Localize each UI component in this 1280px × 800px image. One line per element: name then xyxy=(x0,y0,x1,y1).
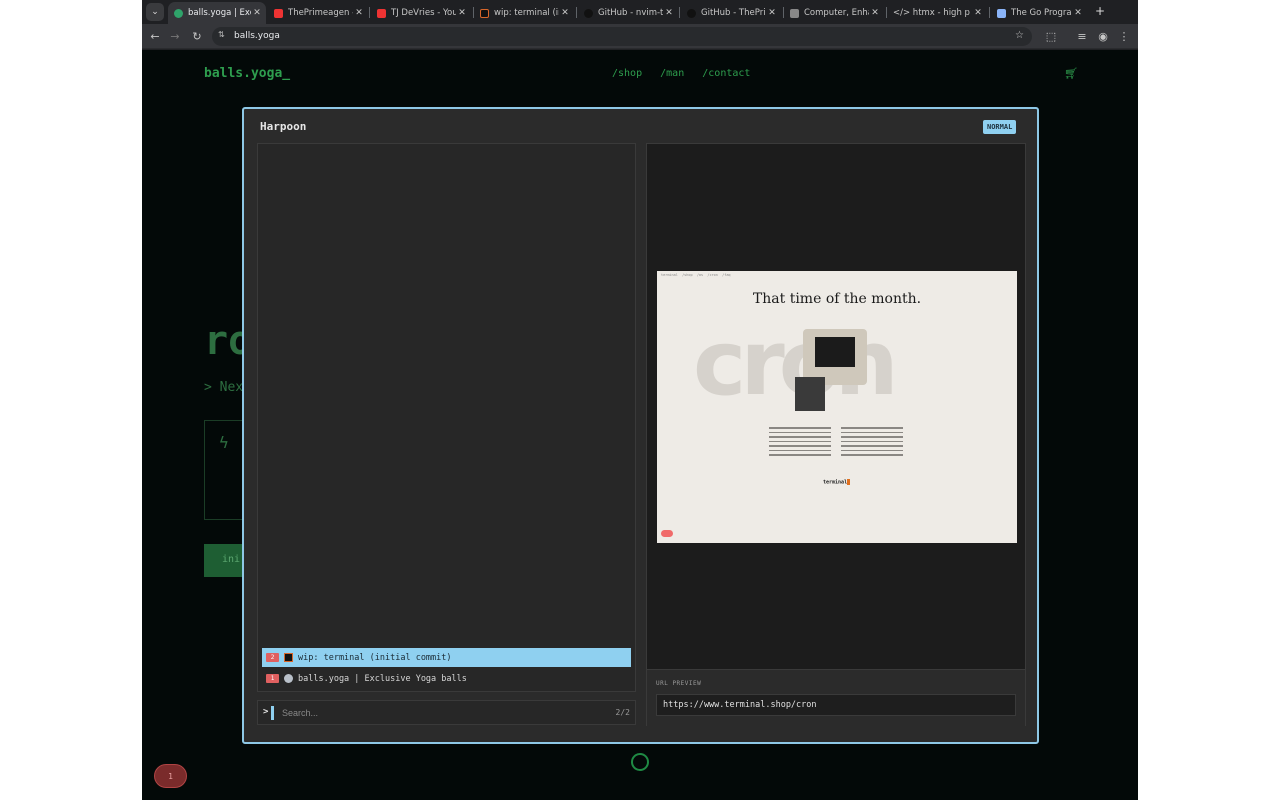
doc-icon xyxy=(997,8,1006,18)
close-icon[interactable]: ✕ xyxy=(456,8,468,18)
new-tab-icon[interactable]: + xyxy=(1092,3,1108,19)
reload-icon[interactable]: ↻ xyxy=(189,28,205,44)
match-count: 2/2 xyxy=(615,708,630,717)
extensions-icon[interactable]: ⬚ xyxy=(1043,28,1059,44)
back-icon[interactable]: ← xyxy=(147,28,163,44)
github-icon xyxy=(584,8,593,18)
close-icon[interactable]: ✕ xyxy=(663,8,675,18)
tab-go-programming[interactable]: The Go Programm ✕ xyxy=(991,2,1087,24)
tab-search-icon[interactable]: ⌄ xyxy=(146,3,164,21)
search-bar: > 2/2 xyxy=(257,700,636,725)
youtube-icon xyxy=(274,8,283,18)
harpoon-list: 2 wip: terminal (initial commit) 1 balls… xyxy=(257,143,636,692)
index-badge: 2 xyxy=(266,653,279,662)
count-badge[interactable]: 1 xyxy=(154,764,187,788)
url-preview-section: URL PREVIEW https://www.terminal.shop/cr… xyxy=(647,669,1025,726)
url-preview-value: https://www.terminal.shop/cron xyxy=(656,694,1016,716)
nav-contact[interactable]: /contact xyxy=(702,68,750,79)
close-icon[interactable]: ✕ xyxy=(869,8,881,18)
site-info-icon[interactable]: ⇅ xyxy=(218,30,225,39)
terminal-icon xyxy=(480,8,489,18)
preview-badge xyxy=(661,530,673,537)
address-bar[interactable]: ⇅ balls.yoga ☆ xyxy=(212,27,1032,46)
tab-separator xyxy=(369,7,370,18)
product-box-image xyxy=(795,377,825,411)
media-icon[interactable]: ≡ xyxy=(1074,28,1090,44)
site-nav: /shop /man /contact xyxy=(612,68,762,79)
terminal-icon xyxy=(284,653,293,662)
youtube-icon xyxy=(377,8,386,18)
preview-panel: terminal /shop /os /cron /faq That time … xyxy=(646,143,1026,726)
search-input[interactable] xyxy=(282,705,582,721)
close-icon[interactable]: ✕ xyxy=(559,8,571,18)
hero-subtitle: > Nex xyxy=(204,380,244,395)
github-icon xyxy=(687,8,696,18)
nav-shop[interactable]: /shop xyxy=(612,68,642,79)
list-item[interactable]: 1 balls.yoga | Exclusive Yoga balls xyxy=(262,669,631,688)
preview-nav: terminal /shop /os /cron /faq xyxy=(661,273,731,277)
tab-wip-terminal[interactable]: wip: terminal (ini ✕ xyxy=(474,2,574,24)
web-page: balls.yoga_ /shop /man /contact 🛒︎ ro > … xyxy=(142,50,1138,800)
tab-github-theprimeagen[interactable]: GitHub - ThePrim ✕ xyxy=(681,2,781,24)
cart-icon[interactable]: 🛒︎ xyxy=(1064,67,1078,80)
site-logo[interactable]: balls.yoga_ xyxy=(204,66,290,81)
close-icon[interactable]: ✕ xyxy=(766,8,778,18)
url-preview-label: URL PREVIEW xyxy=(656,680,702,687)
list-item-label: balls.yoga | Exclusive Yoga balls xyxy=(298,673,467,684)
tab-balls-yoga[interactable]: balls.yoga | Exclu ✕ xyxy=(168,2,266,24)
list-item-label: wip: terminal (initial commit) xyxy=(298,652,452,663)
globe-icon xyxy=(284,674,293,683)
tab-separator xyxy=(576,7,577,18)
search-prompt: > xyxy=(263,707,269,717)
modal-title: Harpoon xyxy=(260,120,307,133)
preview-brand: terminal xyxy=(823,479,851,486)
tab-separator xyxy=(989,7,990,18)
tab-strip: ⌄ balls.yoga | Exclu ✕ ThePrimeagen - Y … xyxy=(142,0,1138,24)
loading-spinner-icon xyxy=(631,753,649,771)
preview-text-left xyxy=(769,427,831,473)
tab-github-nvim-telescope[interactable]: GitHub - nvim-tel ✕ xyxy=(578,2,678,24)
preview-text-right xyxy=(841,427,903,473)
close-icon[interactable]: ✕ xyxy=(1072,8,1084,18)
browser-toolbar: ← → ↻ ⇅ balls.yoga ☆ ⬚ ≡ ◉ ⋮ xyxy=(142,24,1138,49)
globe-icon xyxy=(174,8,183,18)
menu-icon[interactable]: ⋮ xyxy=(1116,28,1132,44)
tab-theprimeagen[interactable]: ThePrimeagen - Y ✕ xyxy=(268,2,368,24)
index-badge: 1 xyxy=(266,674,279,683)
tab-htmx[interactable]: </> htmx - high p ✕ xyxy=(887,2,987,24)
close-icon[interactable]: ✕ xyxy=(972,8,984,18)
puzzle-icon xyxy=(790,8,799,18)
preview-screenshot: terminal /shop /os /cron /faq That time … xyxy=(657,271,1017,543)
profile-icon[interactable]: ◉ xyxy=(1095,28,1111,44)
tab-separator xyxy=(679,7,680,18)
close-icon[interactable]: ✕ xyxy=(251,8,263,18)
mode-badge: NORMAL xyxy=(983,120,1017,134)
preview-headline: That time of the month. xyxy=(752,291,922,307)
close-icon[interactable]: ✕ xyxy=(353,8,365,18)
tab-computer-enhance[interactable]: Computer, Enhan ✕ xyxy=(784,2,884,24)
forward-icon[interactable]: → xyxy=(167,28,183,44)
list-item[interactable]: 2 wip: terminal (initial commit) xyxy=(262,648,631,667)
browser-window: ⌄ balls.yoga | Exclu ✕ ThePrimeagen - Y … xyxy=(142,0,1138,800)
tab-tj-devries[interactable]: TJ DeVries - YouTu ✕ xyxy=(371,2,471,24)
lightning-icon: ϟ xyxy=(219,433,229,452)
nav-man[interactable]: /man xyxy=(660,68,684,79)
harpoon-modal: Harpoon NORMAL 2 wip: terminal (initial … xyxy=(242,107,1039,744)
monitor-screen xyxy=(815,337,855,367)
cursor-caret xyxy=(271,706,274,720)
bookmark-star-icon[interactable]: ☆ xyxy=(1015,30,1024,41)
